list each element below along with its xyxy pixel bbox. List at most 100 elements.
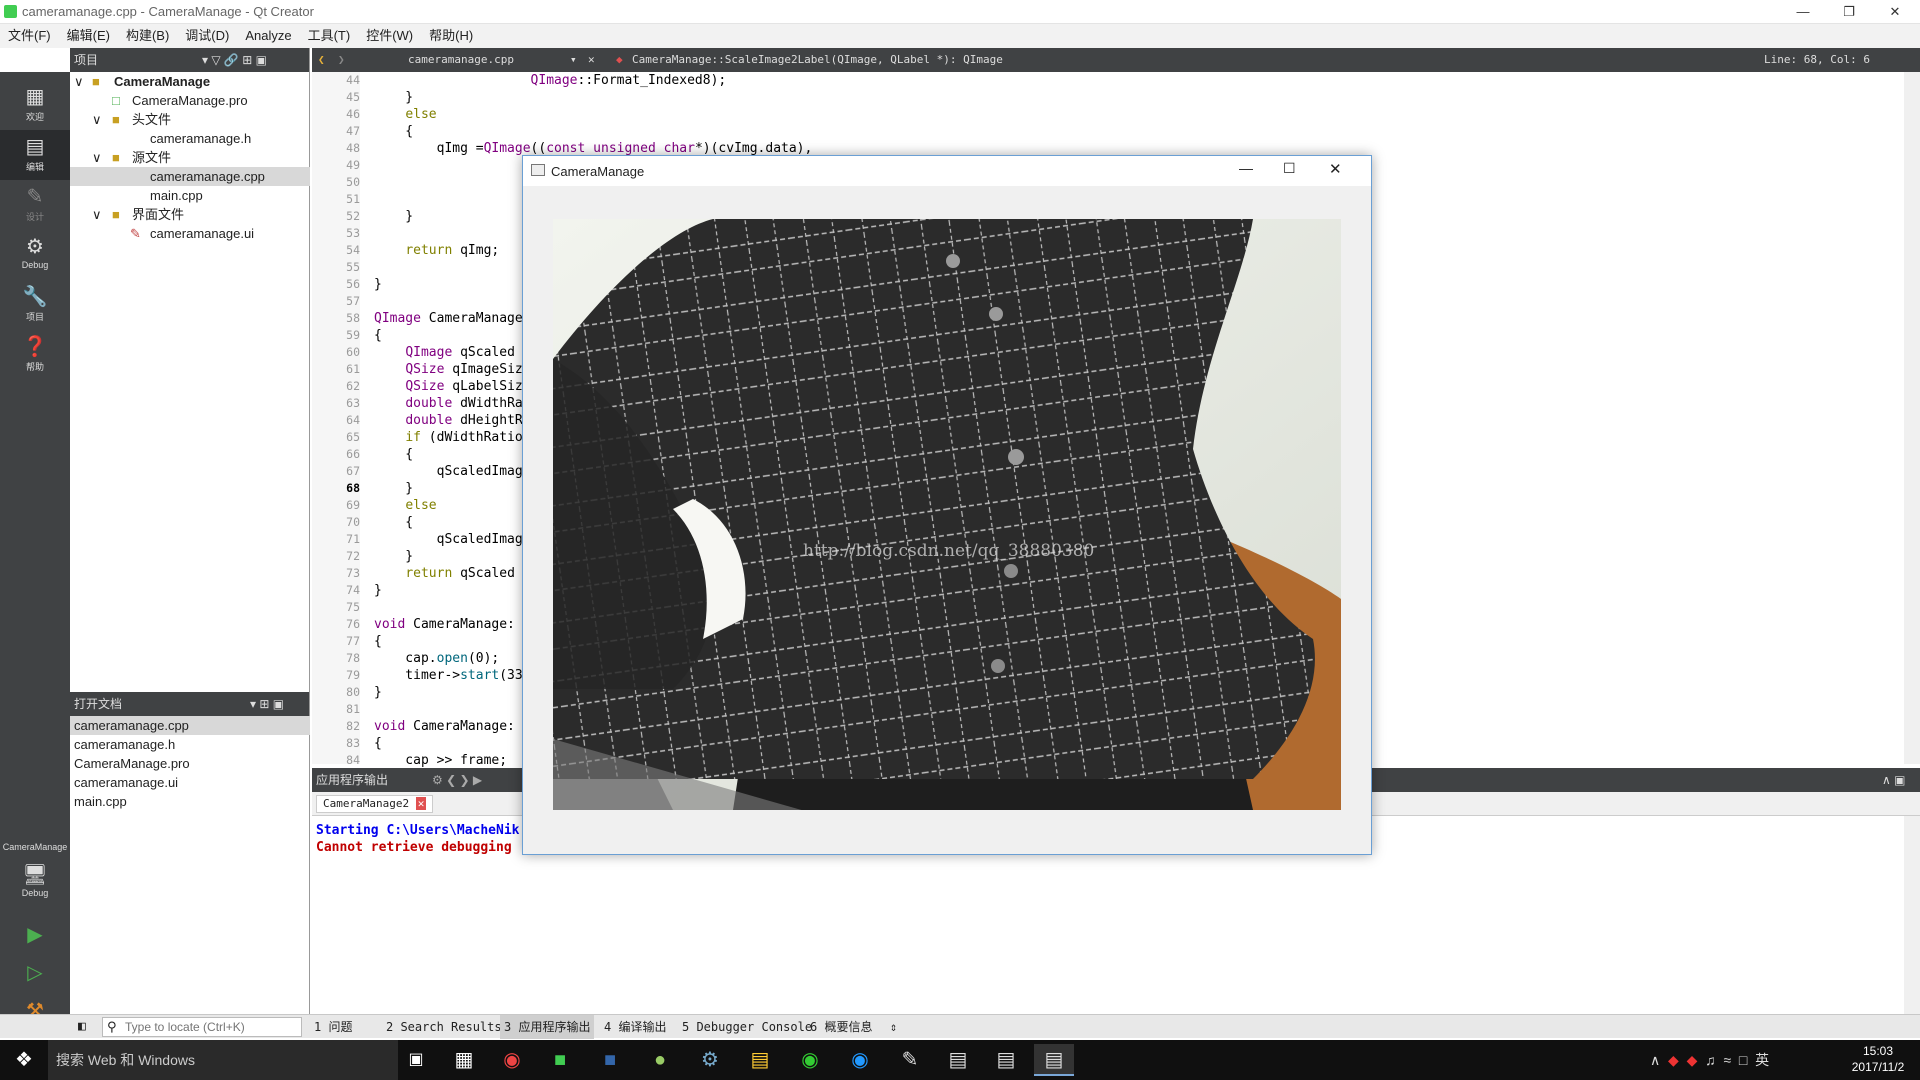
code-line[interactable]: QImage qScaled [374,344,515,361]
task-view-icon[interactable]: ▣ [396,1044,436,1076]
close-tab-icon[interactable]: ✕ [415,797,427,810]
window-app-icon[interactable]: ▤ [938,1044,978,1076]
code-line[interactable]: } [374,89,413,106]
forward-icon[interactable]: ❯ [338,48,345,72]
tab-issues[interactable]: 1 问题 [314,1015,352,1039]
open-documents-title[interactable]: 打开文档 [74,697,122,711]
tree-item-main[interactable]: main.cpp [70,186,310,205]
maximize-pane-icon[interactable]: ∧ ▣ [1882,768,1905,792]
tab-compile-output[interactable]: 4 编译输出 [604,1015,666,1039]
tab-general-messages[interactable]: 6 概要信息 [810,1015,872,1039]
code-line[interactable]: { [374,735,382,752]
open-doc-item[interactable]: cameramanage.ui [70,773,310,792]
tab-search-results[interactable]: 2 Search Results [386,1015,502,1039]
close-file-icon[interactable]: ✕ [588,48,595,72]
cursor-position[interactable]: Line: 68, Col: 6 [1764,48,1870,72]
app-taskbar-icon[interactable]: ■ [590,1044,630,1076]
open-doc-item[interactable]: CameraManage.pro [70,754,310,773]
mode-welcome[interactable]: ▦ 欢迎 [0,80,70,130]
tab-application-output[interactable]: 3 应用程序输出 [500,1015,595,1039]
code-line[interactable]: void CameraManage: [374,718,515,735]
code-line[interactable]: } [374,548,413,565]
more-tabs-icon[interactable]: ⇕ [890,1015,897,1039]
code-line[interactable]: { [374,123,413,140]
window-app-icon[interactable]: ▤ [986,1044,1026,1076]
code-line[interactable]: } [374,582,382,599]
mode-design[interactable]: ✎ 设计 [0,180,70,230]
mode-debug[interactable]: ⚙ Debug [0,230,70,280]
paint-icon[interactable]: ✎ [890,1044,930,1076]
code-line[interactable]: { [374,633,382,650]
tray-app-icon[interactable]: ◆ [1687,1052,1698,1068]
menu-debug[interactable]: 调试(D) [177,24,237,48]
code-line[interactable]: { [374,327,382,344]
close-icon[interactable]: ✕ [1329,160,1342,178]
menu-tools[interactable]: 工具(T) [300,24,359,48]
code-line[interactable]: QImage CameraManage [374,310,523,327]
close-icon[interactable]: ✕ [1872,0,1918,24]
wechat-icon[interactable]: ◉ [790,1044,830,1076]
editor-scrollbar[interactable] [1904,72,1920,764]
mode-edit[interactable]: ▤ 编辑 [0,130,70,180]
camera-app-taskbar-icon[interactable]: ▤ [1034,1044,1074,1076]
restore-icon[interactable]: ❐ [1826,0,1872,24]
maximize-icon[interactable]: ☐ [1283,160,1296,177]
code-line[interactable]: else [374,106,436,123]
notification-icon[interactable]: □ [1739,1052,1747,1068]
menu-edit[interactable]: 编辑(E) [59,24,118,48]
taskbar-search-box[interactable]: 搜索 Web 和 Windows [48,1040,398,1080]
menu-help[interactable]: 帮助(H) [421,24,481,48]
network-icon[interactable]: ≈ [1723,1052,1731,1068]
code-line[interactable]: cap >> frame; [374,752,507,769]
tray-chevron-up-icon[interactable]: ∧ [1650,1052,1660,1068]
chevron-down-icon[interactable]: ▾ [570,48,577,72]
code-line[interactable]: if (dWidthRatio [374,429,522,446]
project-pane-title[interactable]: 项目 [74,53,98,67]
output-scrollbar[interactable] [1904,816,1920,1014]
back-icon[interactable]: ❮ [318,48,325,72]
locator-field[interactable]: ⚲ [102,1017,302,1037]
code-line[interactable]: double dWidthRa [374,395,522,412]
open-doc-item[interactable]: cameramanage.h [70,735,310,754]
taskbar-clock[interactable]: 15:03 2017/11/2 [1840,1043,1916,1075]
open-doc-item[interactable]: cameramanage.cpp [70,716,310,735]
volume-icon[interactable]: ♫ [1705,1052,1716,1068]
code-line[interactable]: qScaledImag [374,531,523,548]
code-line[interactable]: cap.open(0); [374,650,499,667]
windows-start-icon[interactable]: ❖ [4,1044,44,1076]
code-line[interactable]: timer->start(33 [374,667,522,684]
filter-icon[interactable]: ▾ ▽ 🔗 ⊞ ▣ [202,48,267,72]
code-line[interactable]: void CameraManage: [374,616,515,633]
code-line[interactable]: double dHeightR [374,412,522,429]
tray-app-icon[interactable]: ◆ [1668,1052,1679,1068]
sidebar-toggle-icon[interactable]: ◧ [78,1015,86,1039]
tab-debugger-console[interactable]: 5 Debugger Console [682,1015,812,1039]
tree-item-cpp[interactable]: cameramanage.cpp [70,167,310,186]
code-line[interactable]: QImage::Format_Indexed8); [374,72,727,89]
file-selector[interactable]: cameramanage.cpp [408,48,514,72]
code-line[interactable]: } [374,684,382,701]
split-icon[interactable]: ▾ ⊞ ▣ [250,692,284,716]
minimize-icon[interactable]: — [1239,160,1253,176]
media-icon[interactable]: ● [640,1044,680,1076]
code-line[interactable]: QSize qLabelSiz [374,378,522,395]
tree-item-pro[interactable]: □ CameraManage.pro [70,91,310,110]
output-toolbar-icon[interactable]: ⚙ ❮ ❯ ▶ [432,768,482,792]
menu-build[interactable]: 构建(B) [118,24,177,48]
file-explorer-icon[interactable]: ▤ [740,1044,780,1076]
run-button[interactable]: ▶ [0,918,70,956]
store-icon[interactable]: ▦ [444,1044,484,1076]
menu-analyze[interactable]: Analyze [237,24,299,48]
tree-item-ui[interactable]: ✎ cameramanage.ui [70,224,310,243]
mode-projects[interactable]: 🔧 项目 [0,280,70,330]
kit-selector[interactable]: 🖥 Debug [0,858,70,914]
mode-help[interactable]: ❓ 帮助 [0,330,70,380]
tree-item-headers[interactable]: ∨ ■ 头文件 [70,110,310,129]
debug-run-button[interactable]: ▷ [0,956,70,994]
tree-item-forms[interactable]: ∨ ■ 界面文件 [70,205,310,224]
menu-widgets[interactable]: 控件(W) [358,24,421,48]
menu-file[interactable]: 文件(F) [0,24,59,48]
symbol-selector[interactable]: CameraManage::ScaleImage2Label(QImage, Q… [632,48,1003,72]
minimize-icon[interactable]: — [1780,0,1826,24]
chrome-icon[interactable]: ◉ [492,1044,532,1076]
